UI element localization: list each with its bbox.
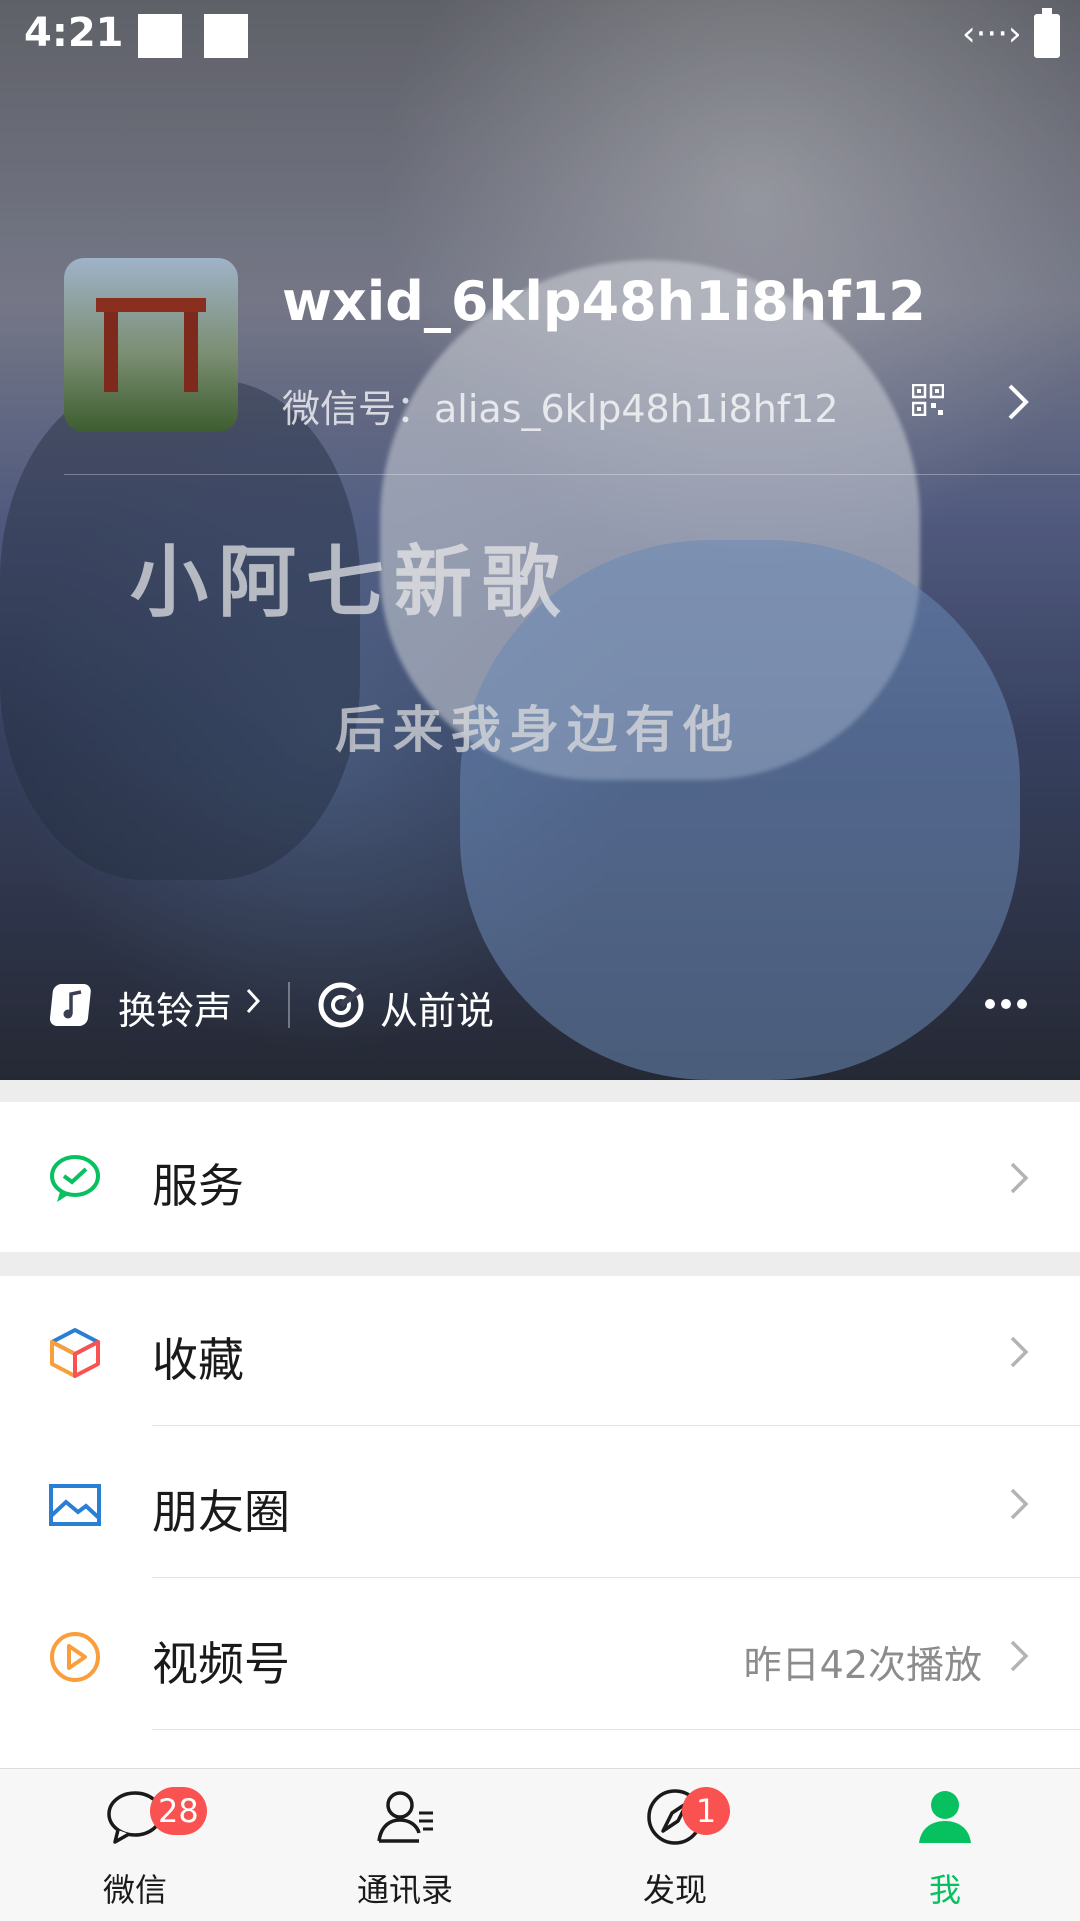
notification-icon	[204, 14, 248, 58]
chevron-right-icon	[246, 988, 261, 1014]
avatar-image	[96, 298, 206, 392]
tab-label: 我	[928, 1871, 961, 1909]
video-caption-subtitle: 后来我身边有他	[335, 701, 741, 759]
service-icon	[50, 1155, 100, 1202]
chevron-right-icon	[1010, 1488, 1029, 1520]
contacts-icon	[377, 1791, 433, 1843]
menu-item-label: 服务	[152, 1159, 244, 1213]
avatar[interactable]	[64, 258, 238, 432]
person-icon	[919, 1791, 971, 1843]
battery-icon	[1034, 8, 1060, 58]
moments-picture-icon	[49, 1484, 101, 1526]
menu-item-favorites[interactable]: 收藏	[0, 1276, 1080, 1426]
tab-label: 通讯录	[356, 1871, 453, 1909]
tab-me[interactable]: 我	[810, 1769, 1080, 1921]
qr-code-icon[interactable]	[912, 384, 944, 416]
song-name[interactable]: 从前说	[380, 980, 494, 1035]
unread-badge: 28	[150, 1787, 207, 1835]
menu-item-label: 收藏	[152, 1333, 244, 1387]
menu-item-channels[interactable]: 视频号 昨日42次播放	[0, 1580, 1080, 1730]
profile-username[interactable]: wxid_6klp48h1i8hf12	[282, 270, 926, 333]
tab-contacts[interactable]: 通讯录	[270, 1769, 540, 1921]
unread-badge: 1	[682, 1787, 730, 1835]
favorites-cube-icon	[50, 1328, 100, 1378]
chevron-right-icon	[1010, 1336, 1029, 1368]
wechat-id[interactable]: 微信号：alias_6klp48h1i8hf12	[282, 378, 839, 433]
status-bar: 4:21 ‹···›	[0, 0, 1080, 76]
menu-item-service[interactable]: 服务	[0, 1102, 1080, 1252]
more-options-icon[interactable]	[984, 998, 1028, 1010]
status-time: 4:21	[24, 10, 124, 56]
data-transfer-icon: ‹···›	[962, 14, 1022, 54]
tab-label: 微信	[102, 1871, 167, 1909]
song-disc-icon[interactable]	[316, 980, 366, 1030]
notification-icon	[138, 14, 182, 58]
chevron-right-icon	[1010, 1640, 1029, 1672]
video-caption-title: 小阿七新歌	[130, 538, 571, 628]
service-card: 服务	[0, 1102, 1080, 1252]
chevron-right-icon	[1010, 1162, 1029, 1194]
profile-header[interactable]: 4:21 ‹···› wxid_6klp48h1i8hf12 微信号：alias…	[0, 0, 1080, 1080]
bottom-tab-bar: 28 微信 通讯录 1 发现 我	[0, 1768, 1080, 1921]
change-ringtone-button[interactable]: 换铃声	[118, 980, 232, 1035]
music-note-icon[interactable]	[48, 980, 98, 1030]
menu-item-label: 视频号	[152, 1637, 290, 1691]
chevron-right-icon[interactable]	[1004, 382, 1034, 422]
tab-chats[interactable]: 28 微信	[0, 1769, 270, 1921]
tab-label: 发现	[642, 1871, 707, 1909]
channels-play-count: 昨日42次播放	[743, 1643, 982, 1687]
menu-card: 收藏 朋友圈 视频号 昨日42次播放	[0, 1276, 1080, 1768]
channels-play-icon	[50, 1632, 100, 1682]
menu-item-label: 朋友圈	[152, 1485, 290, 1539]
menu-item-moments[interactable]: 朋友圈	[0, 1428, 1080, 1578]
tab-discover[interactable]: 1 发现	[540, 1769, 810, 1921]
